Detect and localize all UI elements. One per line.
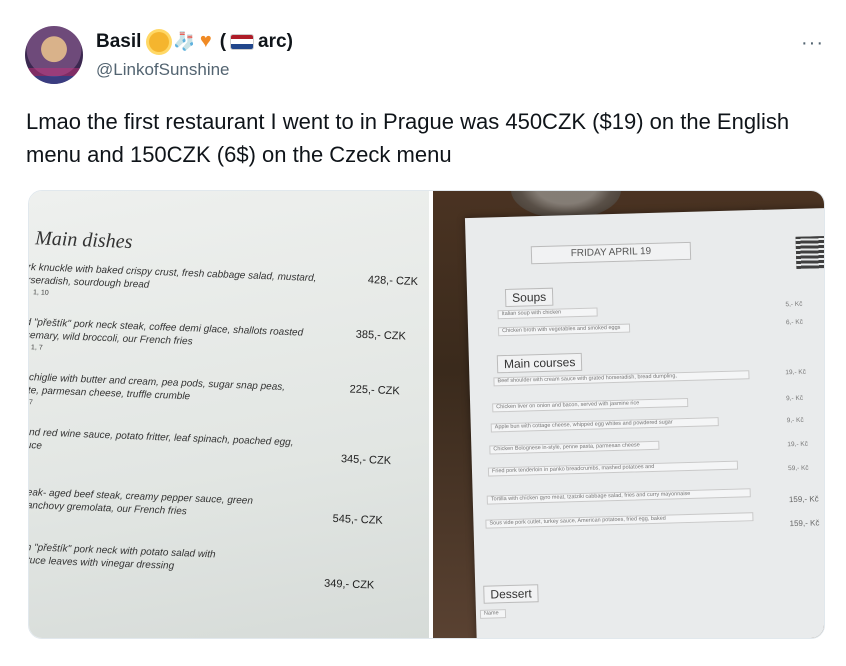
dessert-line: Name <box>479 609 507 619</box>
main-course-line: Fried pork tenderloin in panko breadcrum… <box>487 460 739 477</box>
section-soups: Soups <box>504 287 554 308</box>
main-course-line: Tortilla with chicken gyro meat, tzatzik… <box>486 488 751 505</box>
menu-item: onchiglie with butter and cream, pea pod… <box>29 371 286 403</box>
english-menu-photo[interactable]: Main dishes ork knuckle with baked crisp… <box>29 191 429 638</box>
user-handle[interactable]: @LinkofSunshine <box>96 60 230 80</box>
soup-line: Italian soup with chicken <box>497 307 598 320</box>
netherlands-flag-icon <box>230 33 255 50</box>
main-course-price: 9,- Kč <box>785 394 804 403</box>
menu-date-header: FRIDAY APRIL 19 <box>530 241 692 265</box>
menu-price: 428,- CZK <box>367 274 419 288</box>
more-options-icon[interactable]: ··· <box>801 32 824 55</box>
name-paren: ( <box>219 30 227 52</box>
menu-price: 225,- CZK <box>349 383 400 398</box>
soup-line: Chicken broth with vegetables and smoked… <box>497 323 631 337</box>
main-course-price: 19,- Kč <box>787 440 809 449</box>
menu-item: s and red wine sauce, potato fritter, le… <box>29 426 294 452</box>
main-course-price: 159,- Kč <box>788 494 819 505</box>
qr-code-icon[interactable] <box>795 235 824 269</box>
menu-paper: FRIDAY APRIL 19 Soups Italian soup with … <box>464 208 824 638</box>
main-course-price: 59,- Kč <box>787 464 809 473</box>
menu-item: from "přeštík" pork neck with potato sal… <box>29 541 216 572</box>
tweet-text: Lmao the first restaurant I went to in P… <box>26 109 790 167</box>
allergen-code: 1, 7 <box>30 344 43 352</box>
main-course-line: Chicken Bolognese in-style, penne pasta,… <box>489 440 660 455</box>
display-name[interactable]: Basil <box>96 31 141 53</box>
allergen-code: 1, 10 <box>32 289 49 297</box>
main-course-price: 9,- Kč <box>786 416 804 425</box>
sun-emoji-icon <box>149 31 170 52</box>
orange-heart-emoji-icon: ♥ <box>199 30 212 52</box>
allergen-code: 7 <box>29 399 33 407</box>
section-main-courses: Main courses <box>496 352 583 374</box>
main-course-line: Chicken liver on onion and bacon, served… <box>492 397 689 413</box>
display-name-row[interactable]: Basil 🧦 ♥ ( arc) <box>96 30 293 53</box>
socks-emoji-icon: 🧦 <box>173 31 196 51</box>
menu-price: 385,- CZK <box>355 328 407 343</box>
menu-price: 349,- CZK <box>323 577 375 592</box>
main-course-price: 19,- Kč <box>785 368 807 377</box>
menu-item: ork knuckle with baked crispy crust, fre… <box>29 261 317 291</box>
menu-item: psteak- aged beef steak, creamy pepper s… <box>29 486 254 518</box>
main-course-line: Apple bun with cottage cheese, whipped e… <box>490 417 719 433</box>
czech-menu-photo[interactable]: FRIDAY APRIL 19 Soups Italian soup with … <box>433 191 824 638</box>
soup-price: 6,- Kč <box>785 318 804 327</box>
name-suffix: arc) <box>258 30 293 52</box>
soup-price: 5,- Kč <box>785 300 803 309</box>
main-course-line: Beef shoulder with cream sauce with grat… <box>493 370 750 387</box>
menu-price: 545,- CZK <box>332 512 383 527</box>
tweet-media[interactable]: Main dishes ork knuckle with baked crisp… <box>28 190 825 639</box>
main-course-line: Sous vide pork cutlet, turkey sauce, Ame… <box>485 512 754 529</box>
menu-price: 345,- CZK <box>340 453 392 468</box>
main-course-price: 159,- Kč <box>789 518 820 529</box>
menu-title: Main dishes <box>34 227 133 253</box>
section-dessert: Dessert <box>483 584 540 604</box>
menu-item: ed "přeštík" pork neck steak, coffee dem… <box>29 316 304 348</box>
avatar[interactable] <box>25 26 83 84</box>
